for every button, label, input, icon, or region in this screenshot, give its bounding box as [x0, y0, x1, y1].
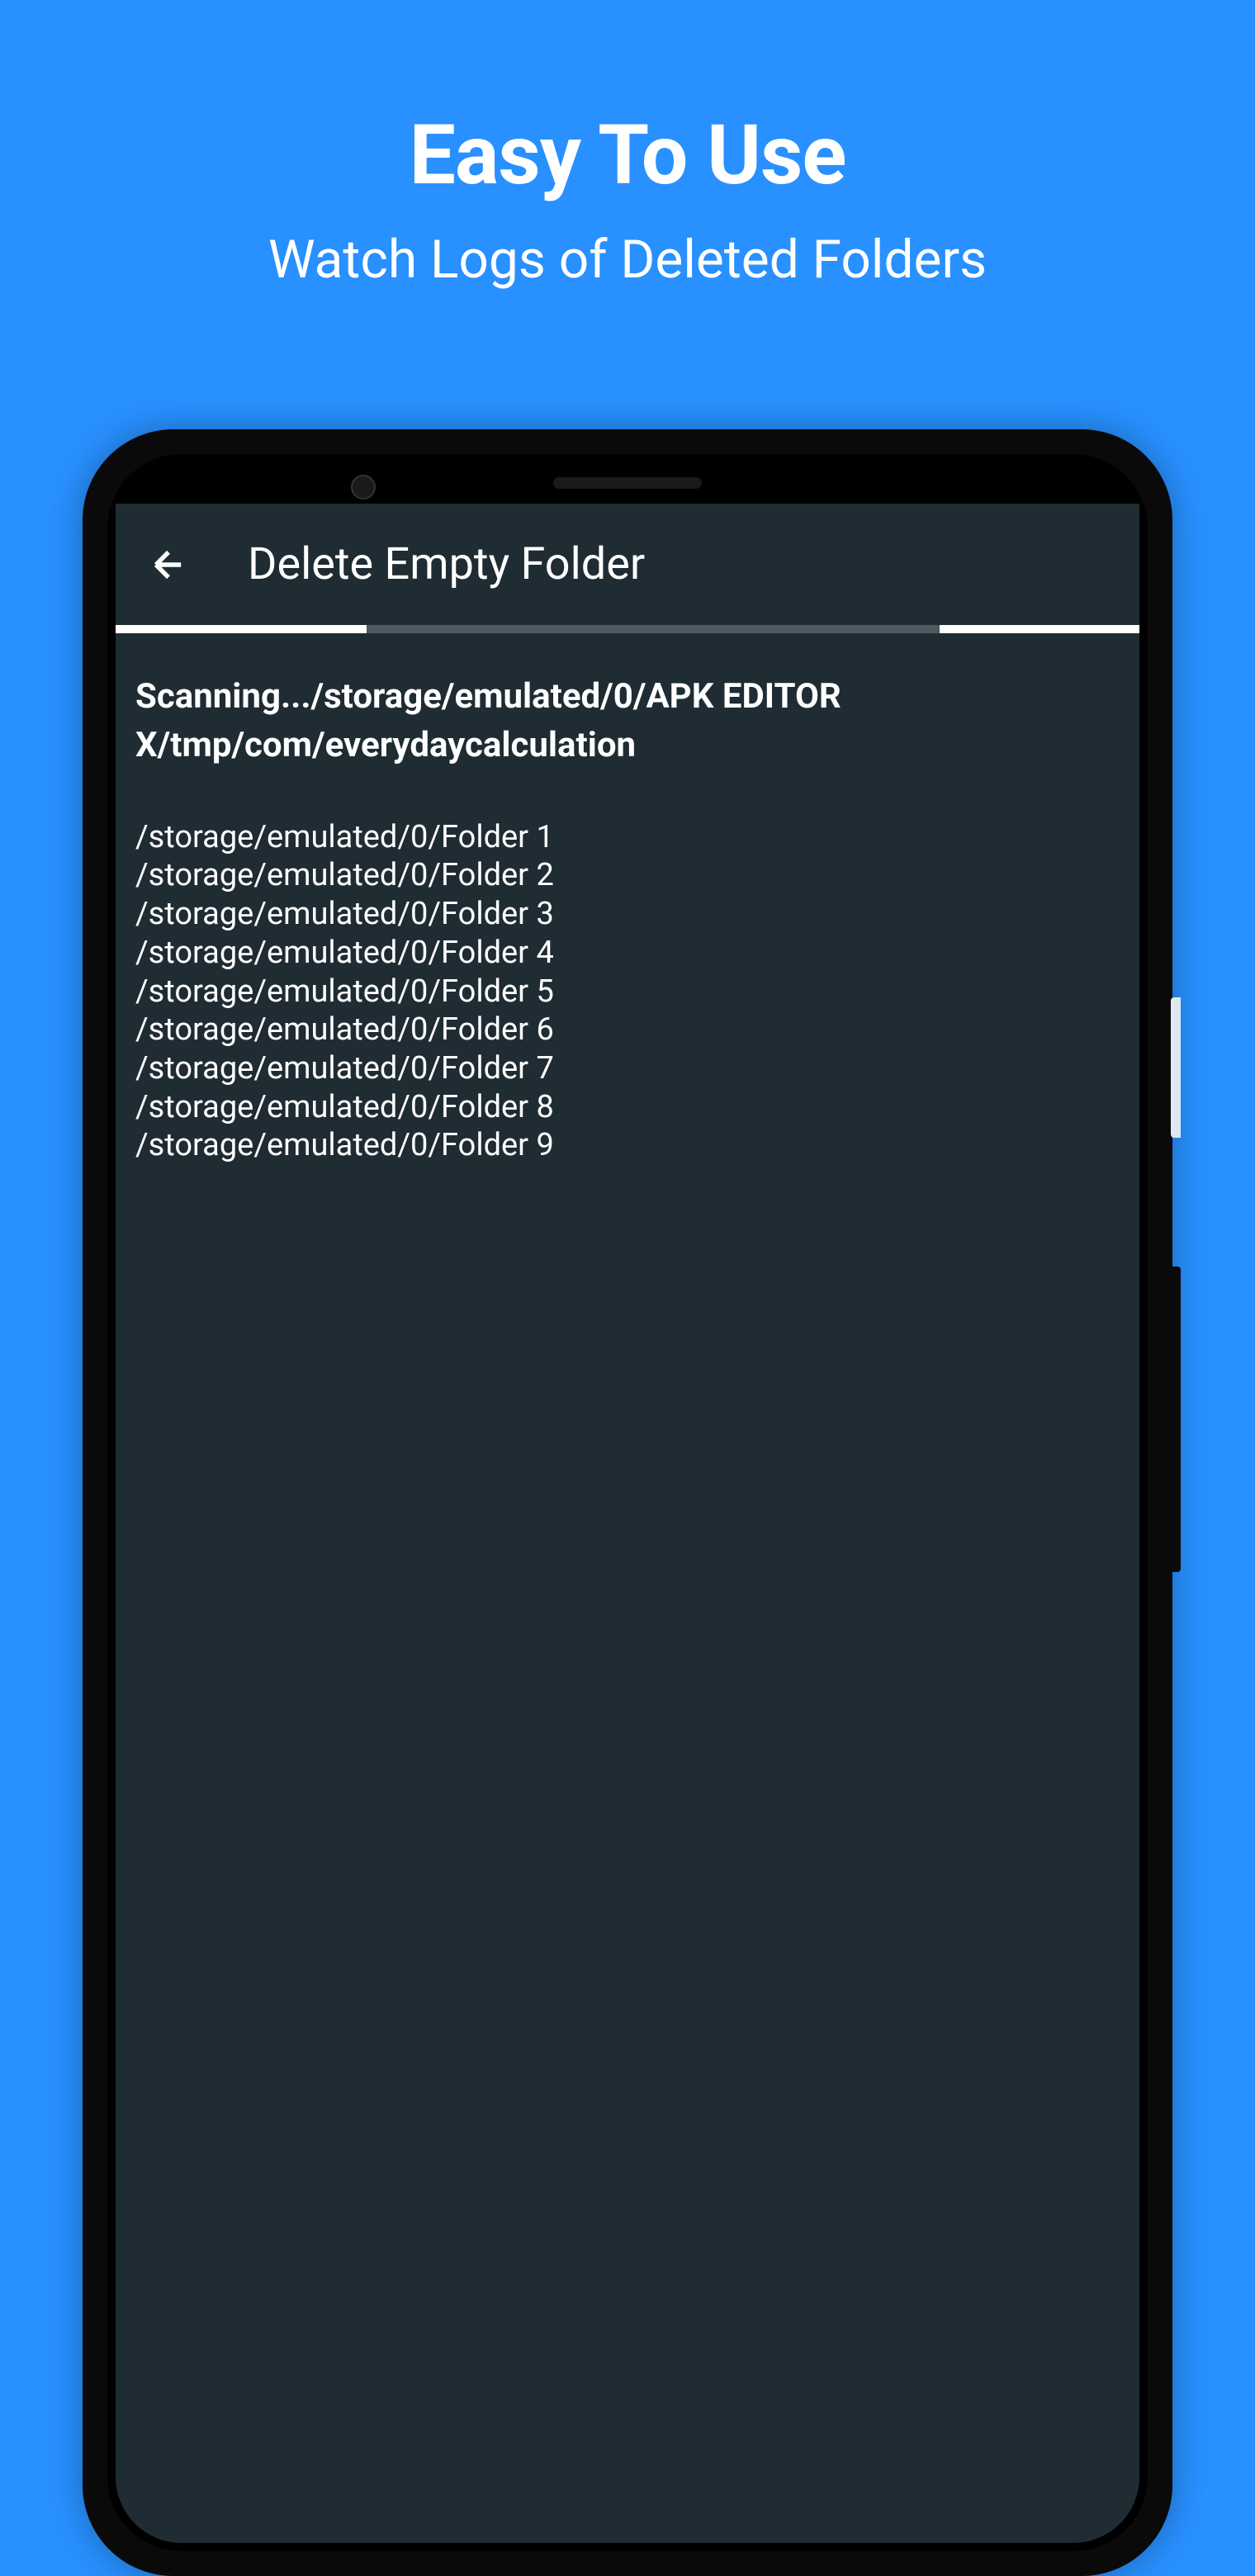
log-item: /storage/emulated/0/Folder 3	[135, 895, 1120, 934]
phone-inner: Delete Empty Folder Scanning.../storage/…	[107, 454, 1148, 2551]
log-item: /storage/emulated/0/Folder 6	[135, 1011, 1120, 1049]
progress-fill-left	[116, 625, 367, 633]
scanning-status: Scanning.../storage/emulated/0/APK EDITO…	[135, 673, 1120, 770]
log-item: /storage/emulated/0/Folder 9	[135, 1126, 1120, 1165]
log-item: /storage/emulated/0/Folder 5	[135, 973, 1120, 1011]
log-item: /storage/emulated/0/Folder 1	[135, 818, 1120, 857]
phone-screen: Delete Empty Folder Scanning.../storage/…	[116, 504, 1139, 2543]
phone-side-button-volume	[1171, 1267, 1181, 1572]
log-item: /storage/emulated/0/Folder 7	[135, 1049, 1120, 1088]
phone-notch	[116, 462, 1139, 504]
log-list: /storage/emulated/0/Folder 1 /storage/em…	[135, 818, 1120, 1166]
phone-side-button-power	[1171, 997, 1181, 1138]
speaker-slot	[553, 477, 702, 489]
content-area: Scanning.../storage/emulated/0/APK EDITO…	[116, 633, 1139, 1205]
promo-subtitle: Watch Logs of Deleted Folders	[0, 229, 1255, 291]
progress-bar	[116, 625, 1139, 633]
progress-fill-right	[940, 625, 1139, 633]
log-item: /storage/emulated/0/Folder 4	[135, 934, 1120, 973]
promo-header: Easy To Use Watch Logs of Deleted Folder…	[0, 0, 1255, 291]
log-item: /storage/emulated/0/Folder 8	[135, 1088, 1120, 1127]
phone-frame: Delete Empty Folder Scanning.../storage/…	[83, 429, 1172, 2576]
promo-title: Easy To Use	[0, 107, 1255, 204]
camera-icon	[351, 475, 376, 500]
app-title: Delete Empty Folder	[248, 538, 645, 590]
app-bar: Delete Empty Folder	[116, 504, 1139, 625]
arrow-left-icon	[147, 543, 190, 586]
back-button[interactable]	[147, 543, 190, 586]
log-item: /storage/emulated/0/Folder 2	[135, 856, 1120, 895]
